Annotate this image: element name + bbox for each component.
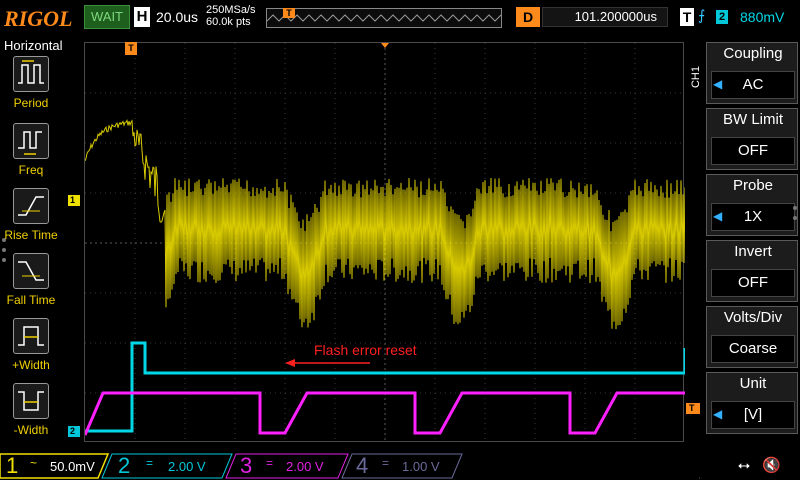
invert-value: OFF [711,269,795,297]
measure-rise-time-button[interactable]: Rise Time [0,188,62,252]
ch3-coupling: = [266,456,274,470]
rising-edge-icon: ⨍ [698,7,706,23]
ch3-scale: 2.00 V [286,459,324,474]
unit-value: [V] [711,401,795,429]
ch1-scale: 50.0mV [50,459,95,474]
ch1-trace [85,119,685,330]
ch4-number: 4 [356,453,369,478]
measure-fall-time-button[interactable]: Fall Time [0,253,62,317]
delay-value[interactable]: 101.200000us [542,7,668,27]
run-status-badge[interactable]: WAIT [84,5,130,29]
sidebar-page-dots[interactable] [2,238,6,266]
measure-period-label: Period [13,96,49,110]
speaker-muted-icon[interactable]: 🔇 [762,456,781,474]
coupling-value: AC [711,71,795,99]
measure-negative-width-button[interactable]: -Width [0,383,62,447]
brand-logo: RIGOL [4,6,73,31]
measure-fall-time-label: Fall Time [6,293,56,307]
usb-icon: ⭤ [738,457,751,474]
ch3-status-tab[interactable]: 3 = 2.00 V [236,454,340,478]
memory-overview-waveform [266,14,502,22]
memory-trigger-marker: T [283,8,295,18]
channel-tab-frames [0,453,700,479]
measure-positive-width-label: +Width [12,358,50,372]
bw-limit-title: BW Limit [723,111,783,128]
selector-arrow-icon: ◀ [713,209,723,223]
ch2-number: 2 [118,453,131,478]
ch2-scale: 2.00 V [168,459,206,474]
measure-negative-width-label: -Width [13,423,49,437]
fall-time-icon [13,253,49,289]
annotation-text: Flash error reset [314,342,417,358]
measure-rise-time-label: Rise Time [4,228,58,242]
ch3-number: 3 [240,453,253,478]
volts-div-menu-button[interactable]: Volts/Div Coarse [706,306,798,368]
unit-title: Unit [739,375,767,392]
trigger-source: 2 [716,10,728,24]
ch2-coupling: = [146,456,154,470]
center-marker [381,43,389,48]
channel-menu-tab: CH1 [690,66,702,89]
rise-time-icon [13,188,49,224]
measure-period-button[interactable]: Period [0,56,62,120]
memory-depth: 60.0k pts [206,16,251,28]
invert-menu-button[interactable]: Invert OFF [706,240,798,302]
ch1-ground-marker[interactable]: 1 [68,195,80,206]
measure-sidebar: Horizontal Period Freq Rise Time Fall Ti… [0,36,63,452]
graticule-and-traces [85,43,685,443]
ch4-coupling: = [382,456,390,470]
volts-div-value: Coarse [711,335,795,363]
timebase-value[interactable]: 20.0us [156,9,198,25]
sample-rate: 250MSa/s [206,4,256,16]
ch4-scale: 1.00 V [402,459,440,474]
frequency-icon [13,123,49,159]
measure-positive-width-button[interactable]: +Width [0,318,62,382]
ch4-status-tab[interactable]: 4 = 1.00 V [352,454,454,478]
volts-div-title: Volts/Div [723,309,783,326]
positive-width-icon [13,318,49,354]
measure-freq-button[interactable]: Freq [0,123,62,187]
trigger-label: T [680,8,694,26]
coupling-title: Coupling [723,45,783,62]
ch2-status-tab[interactable]: 2 = 2.00 V [112,454,224,478]
bw-limit-value: OFF [711,137,795,165]
sidebar-title: Horizontal [4,38,63,53]
channel-status-bar: 1 ~ 50.0mV 2 = 2.00 V 3 = 2.00 V 4 = 1.0… [0,452,800,480]
probe-menu-button[interactable]: Probe 1X ◀ [706,174,798,236]
acquisition-info: 250MSa/s 60.0k pts [206,4,256,28]
invert-title: Invert [734,243,772,260]
unit-menu-button[interactable]: Unit [V] ◀ [706,372,798,434]
coupling-menu-button[interactable]: Coupling AC ◀ [706,42,798,104]
period-icon [13,56,49,92]
menu-page-dots[interactable] [793,206,797,226]
ch1-number: 1 [6,453,19,478]
ch1-status-tab[interactable]: 1 ~ 50.0mV [0,454,100,478]
selector-arrow-icon: ◀ [713,77,723,91]
negative-width-icon [13,383,49,419]
selector-arrow-icon: ◀ [713,407,723,421]
horizontal-label: H [134,7,150,27]
annotation-arrow-head [285,359,295,367]
waveform-display[interactable] [84,42,685,443]
trigger-level[interactable]: 880mV [740,9,784,25]
delay-label: D [516,7,540,27]
measure-freq-label: Freq [18,163,44,177]
probe-title: Probe [732,177,774,194]
trigger-position-marker[interactable]: T [125,42,137,55]
trigger-level-marker[interactable]: T [686,403,700,414]
bw-limit-menu-button[interactable]: BW Limit OFF [706,108,798,170]
ch2-ground-marker[interactable]: 2 [68,426,80,437]
top-status-bar: RIGOL WAIT H 20.0us 250MSa/s 60.0k pts T… [0,0,800,36]
memory-overview-strip[interactable] [266,8,502,28]
probe-value: 1X [711,203,795,231]
ch1-coupling: ~ [30,456,38,470]
